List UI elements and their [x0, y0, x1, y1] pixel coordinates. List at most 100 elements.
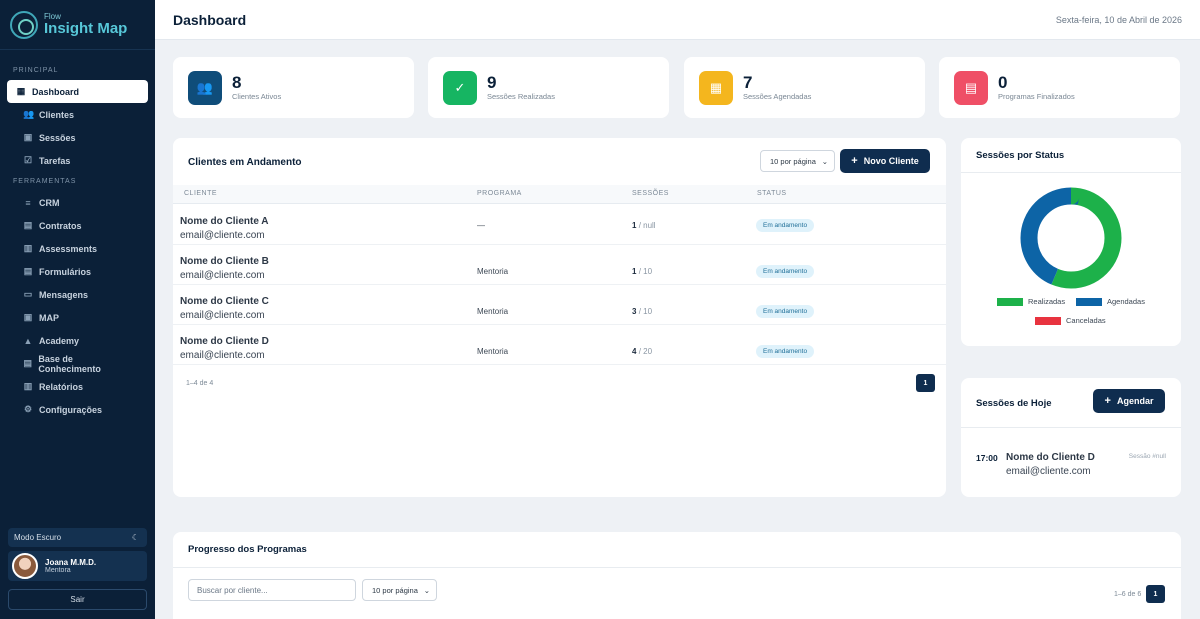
dark-mode-toggle[interactable]: Modo Escuro ☾ [8, 528, 147, 547]
sidebar-item-label: Tarefas [39, 155, 71, 166]
sidebar-item-dashboard[interactable]: ▦ Dashboard [7, 80, 148, 103]
sidebar-item-base-de-conhecimento[interactable]: ▤ Base de Conhecimento [7, 352, 148, 375]
avatar [12, 553, 38, 579]
chevron-down-icon: ⌄ [821, 156, 828, 166]
legend-label: Agendadas [1107, 297, 1145, 306]
sessions-total: / 20 [638, 347, 653, 356]
stat-card-sessoes-realizadas[interactable]: ✓ 9 Sessões Realizadas [428, 57, 669, 118]
per-page-value: 10 por página [372, 585, 418, 595]
report-icon: ▥ [23, 381, 33, 391]
sidebar-item-label: Configurações [39, 404, 103, 415]
page-1-button[interactable]: 1 [916, 374, 935, 392]
sessions-total: / 10 [638, 267, 653, 276]
document-icon: ▤ [954, 70, 988, 105]
sidebar-item-relatorios[interactable]: ▥ Relatórios [7, 375, 148, 398]
stat-value: 0 [998, 72, 1008, 92]
today-title: Sessões de Hoje [976, 398, 1052, 409]
stat-label: Programas Finalizados [998, 92, 1075, 102]
sidebar-item-label: Mensagens [39, 289, 89, 300]
session-time: 17:00 [976, 453, 998, 463]
client-sessions: 3 / 10 [632, 307, 652, 316]
col-programa: PROGRAMA [477, 190, 522, 197]
client-sessions: 1 / 10 [632, 267, 652, 276]
brain-logo-icon [10, 10, 38, 39]
stat-value: 9 [487, 72, 497, 92]
sidebar-item-academy[interactable]: ▲ Academy [7, 329, 148, 352]
client-sessions: 1 / null [632, 221, 656, 230]
status-badge: Em andamento [756, 219, 815, 232]
stat-card-sessoes-agendadas[interactable]: ▦ 7 Sessões Agendadas [684, 57, 925, 118]
sidebar-item-formularios[interactable]: ▤ Formulários [7, 260, 148, 283]
list-icon: ≡ [25, 197, 31, 208]
session-client-name[interactable]: Nome do Cliente D [1006, 452, 1095, 463]
col-sessoes: SESSÕES [632, 190, 669, 197]
client-name[interactable]: Nome do Cliente C [180, 296, 269, 307]
per-page-select[interactable]: 10 por página ⌄ [760, 150, 835, 172]
stat-card-programas-finalizados[interactable]: ▤ 0 Programas Finalizados [939, 57, 1180, 118]
calendar-icon: ▣ [23, 132, 33, 142]
moon-icon: ☾ [131, 533, 139, 542]
client-email: email@cliente.com [180, 270, 265, 281]
session-client-email: email@cliente.com [1006, 466, 1091, 477]
client-email: email@cliente.com [180, 310, 265, 321]
sidebar-item-map[interactable]: ▣ MAP [7, 306, 148, 329]
calendar-icon: ▦ [699, 70, 733, 105]
legend-label: Realizadas [1028, 297, 1066, 306]
progress-page-1-button[interactable]: 1 [1146, 585, 1165, 603]
status-badge: Em andamento [756, 345, 815, 358]
sidebar-item-mensagens[interactable]: ▭ Mensagens [7, 283, 148, 306]
table-row[interactable]: Nome do Cliente C email@cliente.com Mentor… [173, 285, 946, 325]
user-card[interactable]: Joana M.M.D. Mentora [8, 551, 147, 581]
sidebar-item-assessments[interactable]: ▥ Assessments [7, 237, 148, 260]
sidebar-item-contratos[interactable]: ▤ Contratos [7, 214, 148, 237]
sidebar-item-crm[interactable]: ≡ CRM [7, 191, 148, 214]
plus-icon: + [1104, 395, 1111, 407]
legend-swatch [1076, 297, 1102, 306]
sidebar-item-clientes[interactable]: 👥 Clientes [7, 103, 148, 126]
logout-button[interactable]: Sair [8, 589, 147, 610]
nav-section-principal: PRINCIPAL [13, 67, 59, 74]
sidebar-item-label: Academy [39, 335, 80, 346]
status-badge: Em andamento [756, 265, 815, 278]
chevron-down-icon: ⌄ [423, 585, 430, 595]
sidebar-item-tarefas[interactable]: ☑ Tarefas [7, 149, 148, 172]
client-program: Mentoria [477, 347, 509, 356]
checkbox-icon: ☑ [23, 155, 33, 165]
user-role: Mentora [45, 567, 71, 574]
client-name[interactable]: Nome do Cliente A [180, 216, 269, 227]
client-program: Mentoria [477, 267, 509, 276]
current-date: Sexta-feira, 10 de Abril de 2026 [1055, 14, 1182, 25]
users-icon: 👥 [188, 70, 222, 105]
sidebar-item-label: Contratos [39, 220, 82, 231]
gear-icon: ⚙ [23, 404, 33, 414]
table-header: CLIENTE PROGRAMA SESSÕES STATUS [173, 185, 946, 204]
sessions-total: / null [638, 221, 656, 230]
sidebar: Flow Insight Map PRINCIPAL ▦ Dashboard 👥 Cl… [0, 0, 155, 619]
map-icon: ▣ [23, 312, 33, 322]
schedule-button[interactable]: + Agendar [1093, 389, 1165, 413]
table-row[interactable]: Nome do Cliente D email@cliente.com Mentor… [173, 325, 946, 365]
stat-card-clientes-ativos[interactable]: 👥 8 Clientes Ativos [173, 57, 414, 118]
new-client-button[interactable]: + Novo Cliente [840, 149, 930, 173]
legend-swatch [1035, 316, 1061, 325]
sidebar-item-label: Clientes [39, 109, 75, 120]
progress-per-page-select[interactable]: 10 por página ⌄ [362, 579, 437, 601]
sidebar-item-sessoes[interactable]: ▣ Sessões [7, 126, 148, 149]
status-badge: Em andamento [756, 305, 815, 318]
client-name[interactable]: Nome do Cliente D [180, 336, 269, 347]
nav-section-ferramentas: FERRAMENTAS [13, 178, 77, 185]
client-name[interactable]: Nome do Cliente B [180, 256, 269, 267]
progress-pagination-info: 1–6 de 6 [1114, 591, 1142, 598]
table-row[interactable]: Nome do Cliente B email@cliente.com Mentor… [173, 245, 946, 285]
client-search-input[interactable] [188, 579, 356, 601]
sessions-done: 4 [632, 347, 637, 356]
program-progress-card: Progresso dos Programas 10 por página ⌄ … [173, 532, 1181, 619]
brand-logo[interactable]: Flow Insight Map [0, 0, 155, 50]
message-icon: ▭ [23, 289, 33, 299]
plus-icon: + [851, 155, 858, 167]
client-sessions: 4 / 20 [632, 347, 652, 356]
legend-realizadas: Realizadas [997, 297, 1065, 306]
sidebar-item-configuracoes[interactable]: ⚙ Configurações [7, 398, 148, 421]
table-row[interactable]: Nome do Cliente A email@cliente.com — 1 / n… [173, 205, 946, 245]
status-donut-chart [1020, 187, 1122, 289]
